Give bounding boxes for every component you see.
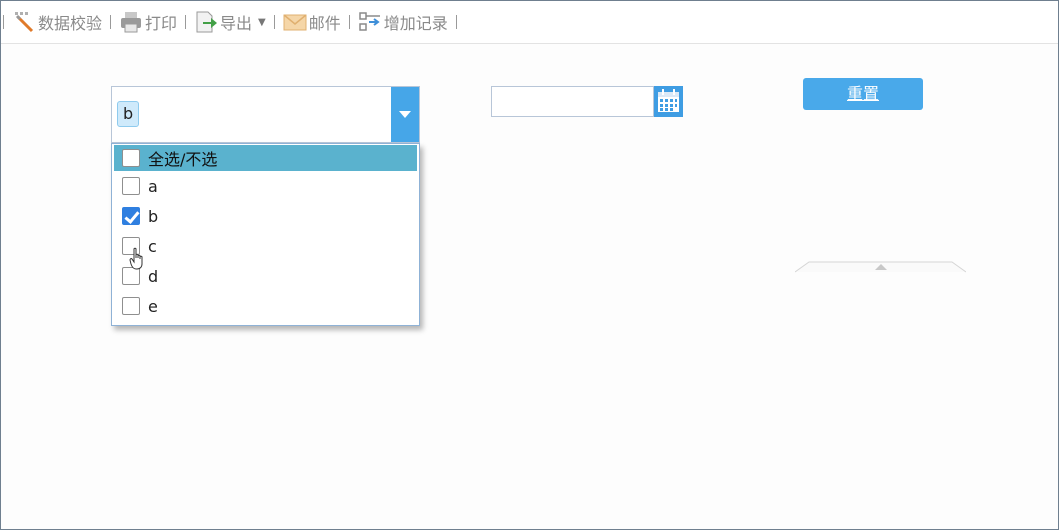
toolbar-print-label: 打印 [145,14,178,33]
option-label: e [148,296,158,316]
select-all-option[interactable]: 全选/不选 [114,145,417,171]
toolbar-separator [110,15,112,29]
export-icon [196,11,218,33]
option-d[interactable]: d [114,263,417,289]
toolbar-separator [348,15,350,29]
toolbar-separator [3,15,4,29]
toolbar-export-button[interactable]: 导出 ▼ [194,8,266,36]
option-label: d [148,266,159,286]
options-dropdown: 全选/不选 a b c d e [111,143,420,326]
toolbar-print-button[interactable]: 打印 [119,8,177,36]
add-record-icon [359,12,380,31]
toolbar-validate-button[interactable]: 数据校验 [12,8,102,36]
option-e[interactable]: e [114,293,417,319]
toolbar-add-record-label: 增加记录 [383,14,448,33]
toolbar-export-label: 导出 [220,14,253,33]
selected-chip[interactable]: b [117,101,140,127]
toolbar-separator [273,15,275,29]
date-input[interactable] [491,86,654,117]
toolbar-add-record-button[interactable]: 增加记录 [358,8,448,36]
option-label: b [148,206,159,226]
select-all-label: 全选/不选 [148,150,218,169]
reset-button[interactable]: 重置 [803,78,923,110]
calendar-icon [658,89,679,112]
option-a[interactable]: a [114,173,417,199]
mail-icon [283,14,307,31]
chevron-down-icon[interactable]: ▼ [258,17,266,28]
option-b[interactable]: b [114,203,417,229]
validate-icon [15,12,34,33]
option-label: c [148,236,157,256]
option-checkbox[interactable] [122,177,140,195]
toolbar-mail-label: 邮件 [308,14,341,33]
collapse-tab-icon[interactable] [795,259,966,273]
date-picker-button[interactable] [654,86,683,117]
select-all-checkbox[interactable] [122,149,140,167]
toolbar: 数据校验 打印 导出 ▼ 邮件 增加记录 [1,1,1058,44]
hand-cursor-icon [129,247,143,270]
toolbar-separator [185,15,187,29]
option-label: a [148,176,158,196]
option-checkbox[interactable] [122,297,140,315]
toolbar-separator [455,15,457,29]
option-c[interactable]: c [114,233,417,259]
toolbar-mail-button[interactable]: 邮件 [283,8,341,36]
multi-select-combo[interactable]: b [111,86,420,143]
option-checkbox-checked[interactable] [122,207,140,225]
dropdown-toggle-button[interactable] [391,87,419,142]
toolbar-validate-label: 数据校验 [38,14,103,33]
printer-icon [121,12,142,33]
